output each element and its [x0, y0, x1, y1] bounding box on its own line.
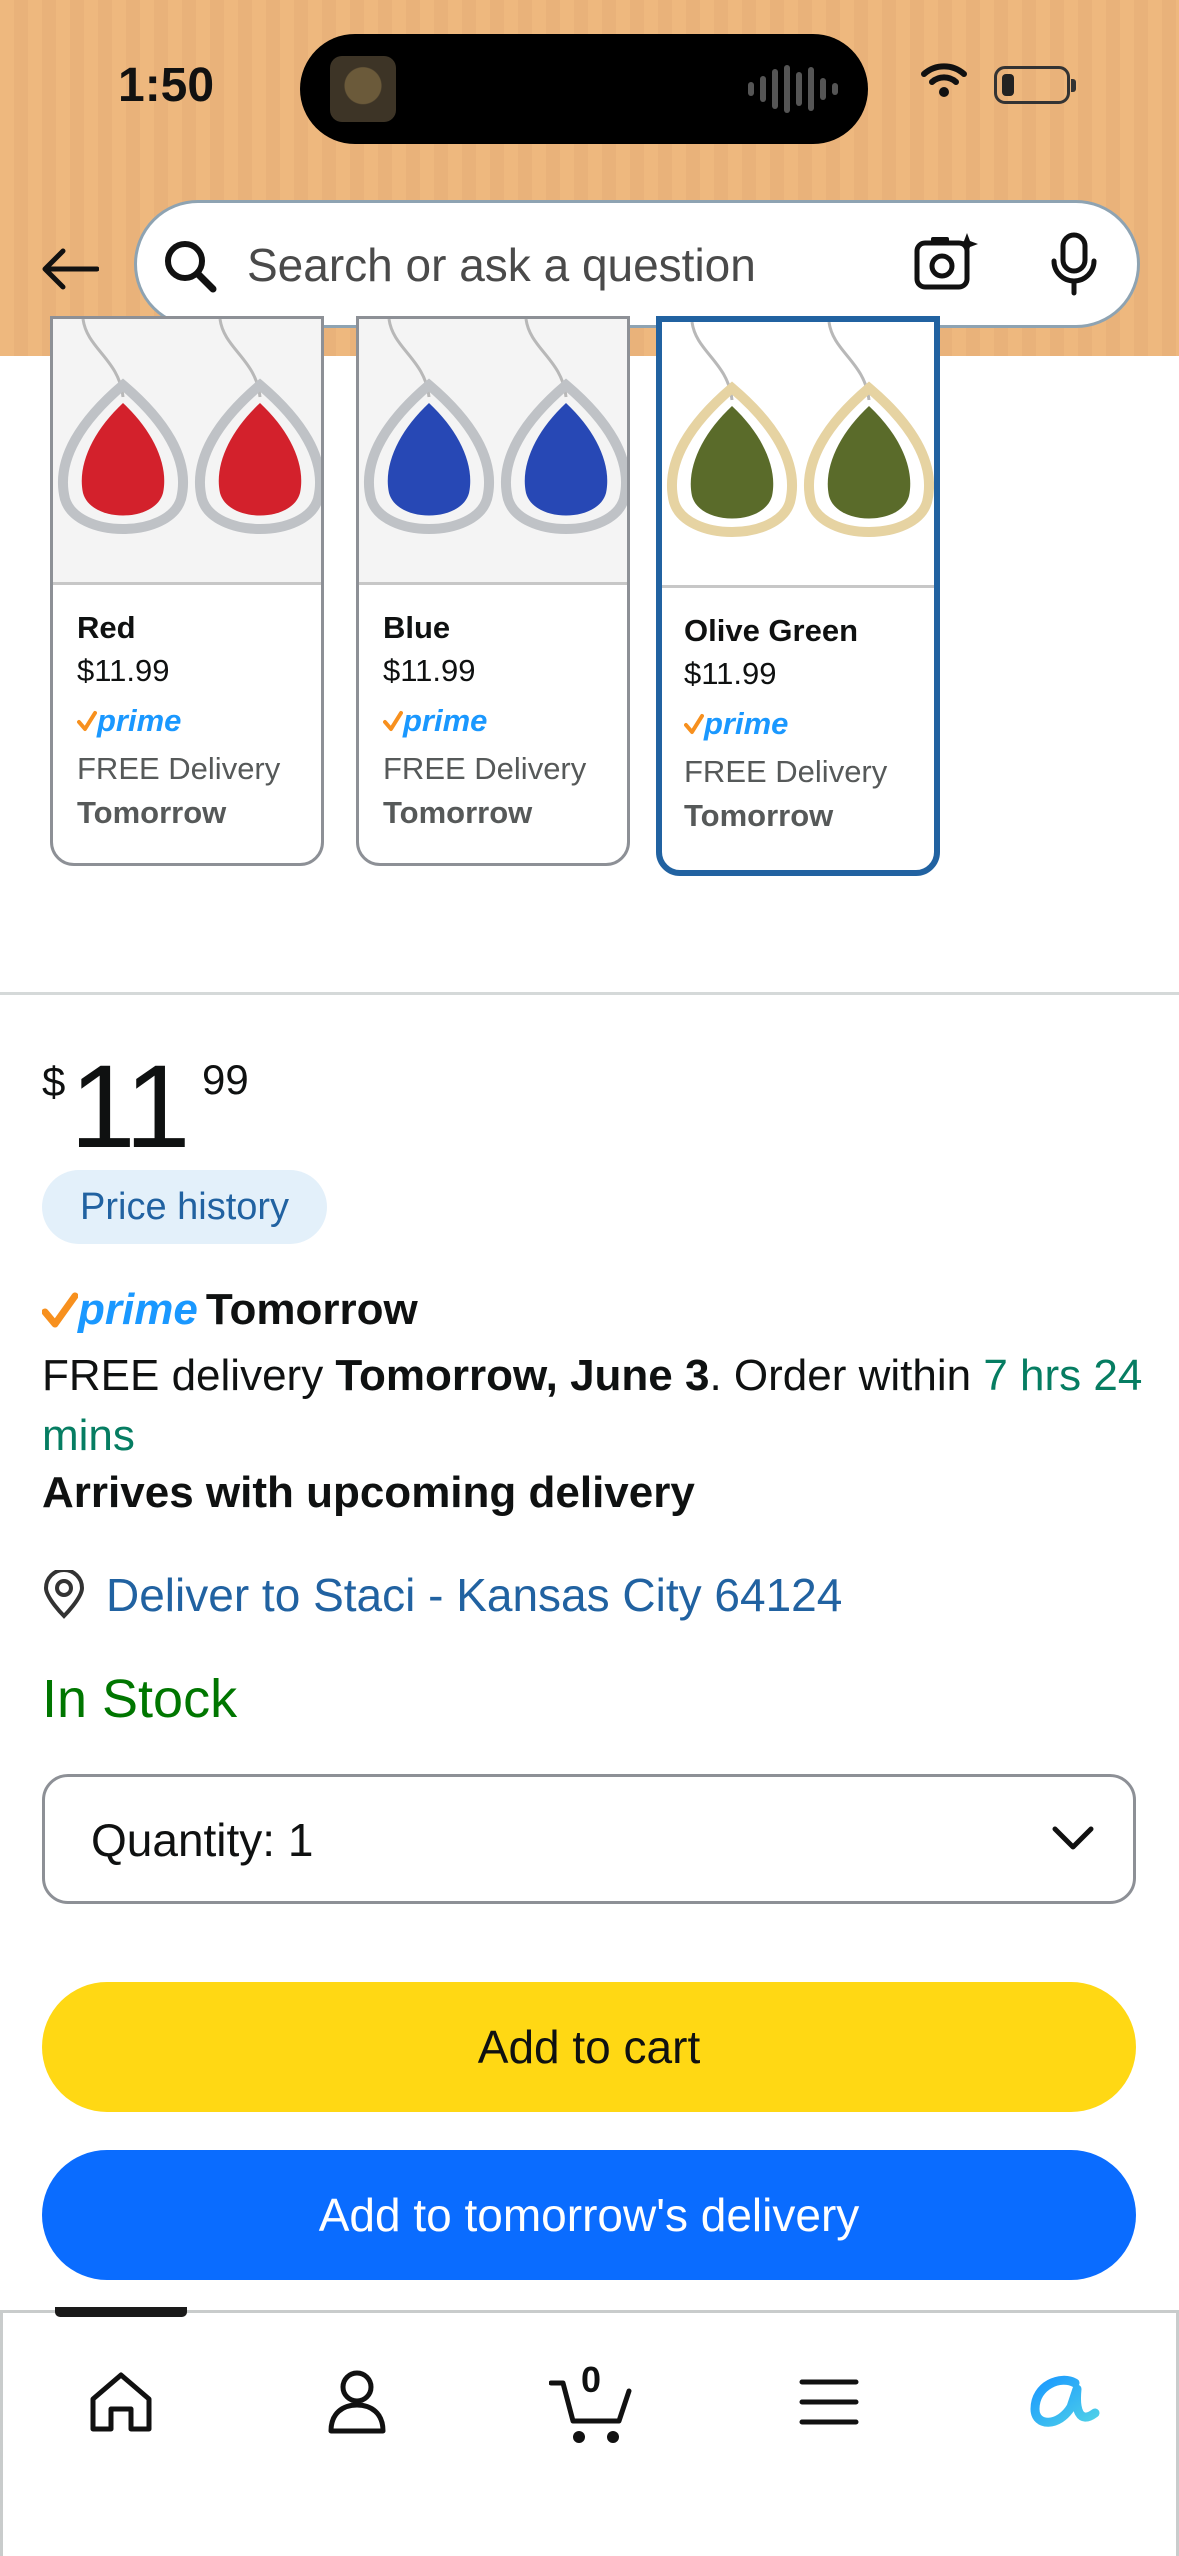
nav-rufus-assistant[interactable]: [1003, 2347, 1123, 2457]
variation-price: $11.99: [383, 653, 476, 688]
user-icon: [328, 2370, 386, 2434]
prime-check-icon: [684, 714, 704, 734]
variation-price: $11.99: [77, 653, 170, 688]
prime-delivery-label: Tomorrow: [205, 1285, 418, 1334]
rufus-assistant-icon: [1030, 2375, 1100, 2427]
earring-image: [195, 319, 321, 534]
add-to-tomorrows-delivery-button[interactable]: Add to tomorrow's delivery: [42, 2150, 1136, 2280]
arrives-note: Arrives with upcoming delivery: [42, 1468, 695, 1517]
variation-card-olive-green[interactable]: Olive Green $11.99 prime FREE Delivery T…: [656, 316, 940, 876]
microphone-icon[interactable]: [1049, 231, 1099, 297]
active-tab-indicator: [55, 2307, 187, 2317]
variation-name: Red: [77, 610, 136, 645]
delivery-date: Tomorrow, June 3: [335, 1351, 710, 1400]
variation-delivery: FREE Delivery: [684, 754, 888, 789]
variation-delivery-day: Tomorrow: [383, 795, 533, 830]
header: 1:50: [0, 0, 1179, 356]
variation-delivery: FREE Delivery: [77, 751, 281, 786]
quantity-dropdown[interactable]: Quantity: 1: [42, 1774, 1136, 1904]
earring-image: [501, 319, 627, 534]
section-divider: [0, 992, 1179, 995]
dynamic-island: [300, 34, 868, 144]
nav-home[interactable]: [61, 2347, 181, 2457]
prime-check-icon: [383, 711, 403, 731]
location-pin-icon: [43, 1570, 85, 1619]
earring-image: [58, 319, 188, 534]
variation-card-blue[interactable]: Blue $11.99 prime FREE Delivery Tomorrow: [356, 316, 630, 866]
search-icon: [165, 241, 217, 293]
price-whole: 11: [70, 1041, 190, 1173]
quantity-value: 1: [287, 1814, 314, 1866]
home-icon: [90, 2372, 152, 2432]
deliver-to-label: Deliver to Staci - Kansas City 64124: [106, 1569, 843, 1621]
price-fraction: 99: [202, 1056, 249, 1103]
nav-account[interactable]: [297, 2347, 417, 2457]
prime-delivery-badge: prime Tomorrow: [42, 1282, 418, 1338]
color-variations: Red $11.99 prime FREE Delivery Tomorrow …: [0, 316, 1179, 916]
back-button[interactable]: [34, 234, 104, 304]
search-bar[interactable]: [134, 200, 1140, 328]
variation-image: [662, 322, 934, 588]
variation-image: [359, 319, 627, 585]
variation-name: Blue: [383, 610, 451, 645]
variation-delivery-day: Tomorrow: [684, 798, 834, 833]
variation-card-red[interactable]: Red $11.99 prime FREE Delivery Tomorrow: [50, 316, 324, 866]
deliver-to-link[interactable]: Deliver to Staci - Kansas City 64124: [42, 1560, 842, 1630]
variation-delivery-day: Tomorrow: [77, 795, 227, 830]
earring-image: [804, 322, 934, 537]
quantity-label: Quantity:: [91, 1814, 276, 1866]
variation-delivery: FREE Delivery: [383, 751, 587, 786]
nav-cart[interactable]: 0: [531, 2347, 651, 2457]
prime-logo: prime: [684, 704, 887, 744]
cart-count: 0: [580, 2359, 602, 2400]
add-to-cart-button[interactable]: Add to cart: [42, 1982, 1136, 2112]
status-time: 1:50: [118, 59, 215, 112]
earring-image: [364, 319, 494, 534]
hamburger-menu-icon: [799, 2379, 859, 2425]
variation-price: $11.99: [684, 656, 777, 691]
now-playing-thumbnail: [330, 56, 396, 122]
bottom-navigation: 0: [0, 2307, 1179, 2556]
prime-logo: prime: [383, 701, 586, 741]
prime-logo: prime: [77, 701, 280, 741]
earring-image: [667, 322, 797, 537]
search-input[interactable]: [247, 229, 927, 301]
battery-icon: [994, 66, 1076, 104]
variation-image: [53, 319, 321, 585]
price-history-button[interactable]: Price history: [42, 1170, 328, 1244]
wifi-icon: [920, 62, 968, 103]
prime-check-icon: [77, 711, 97, 731]
prime-check-icon: [42, 1292, 78, 1328]
stock-status: In Stock: [42, 1669, 238, 1729]
chevron-down-icon: [1052, 1826, 1094, 1850]
price-symbol: $: [42, 1058, 66, 1105]
camera-search-icon[interactable]: [913, 231, 979, 297]
variation-name: Olive Green: [684, 613, 859, 648]
back-arrow-icon: [42, 248, 99, 290]
audio-waveform-icon: [748, 64, 838, 114]
nav-menu[interactable]: [769, 2347, 889, 2457]
delivery-message: FREE delivery Tomorrow, June 3. Order wi…: [42, 1351, 1143, 1460]
prime-logo-text: prime: [78, 1285, 198, 1334]
